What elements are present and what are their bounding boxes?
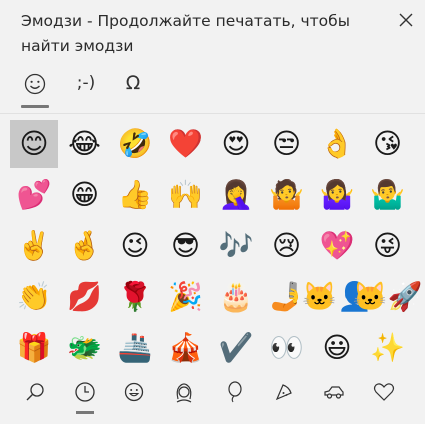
bottom-tab-travel[interactable]: [312, 372, 356, 412]
emoji-grid: 😊 😂 🤣 ❤️ 😍 😒 👌 😘 💕 😁 👍 🙌 🤦‍♀️ 🤷 🤷‍♀️ 🤷‍♂️ ✌️ 🤞 😉 😎 🎶 😢 💖 😜 👏 💋 🌹 🎉 🎂…: [10, 120, 423, 372]
tab-emoji[interactable]: [15, 66, 55, 110]
emoji-cell[interactable]: 💋: [61, 273, 109, 321]
divider: [0, 113, 425, 114]
bottom-tab-heart[interactable]: [362, 372, 406, 412]
tab-kaomoji[interactable]: ;-): [66, 66, 106, 110]
emoji-cell[interactable]: 😢: [263, 222, 311, 270]
smiley-icon: [124, 382, 144, 402]
bottom-tab-recent[interactable]: [63, 372, 107, 414]
car-icon: [324, 386, 344, 399]
emoji-cell[interactable]: 🎶: [212, 222, 260, 270]
bottom-tab-search[interactable]: [13, 372, 57, 412]
emoji-cell[interactable]: 🤦‍♀️: [212, 171, 260, 219]
balloon-icon: [228, 381, 242, 403]
emoji-cell[interactable]: 🎪: [162, 324, 210, 372]
emoji-cell[interactable]: 🎂: [212, 273, 260, 321]
emoji-cell[interactable]: 😊: [10, 120, 58, 168]
search-icon: [26, 383, 44, 401]
emoji-cell[interactable]: 👀: [263, 324, 311, 372]
bottom-tab-people[interactable]: [162, 372, 206, 412]
emoji-cell[interactable]: 😁: [61, 171, 109, 219]
emoji-cell[interactable]: 🐲: [61, 324, 109, 372]
person-icon: [176, 383, 192, 403]
emoji-cell[interactable]: 👏: [10, 273, 58, 321]
emoji-cell[interactable]: 🤣: [111, 120, 159, 168]
emoji-cell[interactable]: 😒: [263, 120, 311, 168]
emoji-cell[interactable]: 😘: [364, 120, 412, 168]
panel-header: Эмодзи - Продолжайте печатать, чтобы най…: [0, 0, 425, 66]
emoji-cell[interactable]: 👌: [313, 120, 361, 168]
clock-icon: [75, 382, 95, 402]
emoji-cell[interactable]: 😍: [212, 120, 260, 168]
emoji-cell[interactable]: ✔️: [212, 324, 260, 372]
emoji-cell[interactable]: 🐱‍🚀: [353, 273, 423, 321]
panel-title: Эмодзи - Продолжайте печатать, чтобы най…: [21, 12, 350, 55]
tab-selected-indicator: [21, 105, 49, 108]
bottom-tab-smileys[interactable]: [112, 372, 156, 412]
tab-symbols[interactable]: Ω: [113, 66, 153, 110]
bottom-category-bar: [0, 372, 425, 424]
close-icon: [399, 13, 413, 27]
emoji-cell[interactable]: ✨: [364, 324, 412, 372]
pizza-icon: [275, 384, 292, 401]
emoji-cell[interactable]: 😎: [162, 222, 210, 270]
emoji-cell[interactable]: 👍: [111, 171, 159, 219]
category-tabs: ;-) Ω: [0, 66, 425, 112]
emoji-cell[interactable]: 💕: [10, 171, 58, 219]
emoji-cell[interactable]: 😃: [313, 324, 361, 372]
emoji-cell[interactable]: 🎉: [162, 273, 210, 321]
emoji-cell[interactable]: 🚢: [111, 324, 159, 372]
bottom-tab-celebrations[interactable]: [212, 372, 256, 412]
bottom-tab-food[interactable]: [262, 372, 306, 412]
smiley-outline-icon: [24, 73, 46, 95]
emoji-cell[interactable]: 🙌: [162, 171, 210, 219]
bottom-tab-selected-indicator: [76, 411, 94, 414]
heart-icon: [373, 383, 395, 401]
close-button[interactable]: [394, 8, 418, 32]
emoji-cell[interactable]: 😂: [61, 120, 109, 168]
emoji-cell[interactable]: ✌️: [10, 222, 58, 270]
symbols-tab-label: Ω: [125, 72, 141, 94]
emoji-cell[interactable]: 🌹: [111, 273, 159, 321]
emoji-cell[interactable]: 💖: [313, 222, 361, 270]
emoji-cell[interactable]: 🎁: [10, 324, 58, 372]
emoji-cell[interactable]: 🤞: [61, 222, 109, 270]
emoji-cell[interactable]: 😉: [111, 222, 159, 270]
emoji-cell[interactable]: 🤷‍♀️: [313, 171, 361, 219]
emoji-cell[interactable]: 🤷‍♂️: [364, 171, 412, 219]
emoji-cell[interactable]: 🤷: [263, 171, 311, 219]
emoji-cell[interactable]: 😜: [364, 222, 412, 270]
kaomoji-tab-label: ;-): [76, 73, 96, 93]
emoji-cell[interactable]: ❤️: [162, 120, 210, 168]
